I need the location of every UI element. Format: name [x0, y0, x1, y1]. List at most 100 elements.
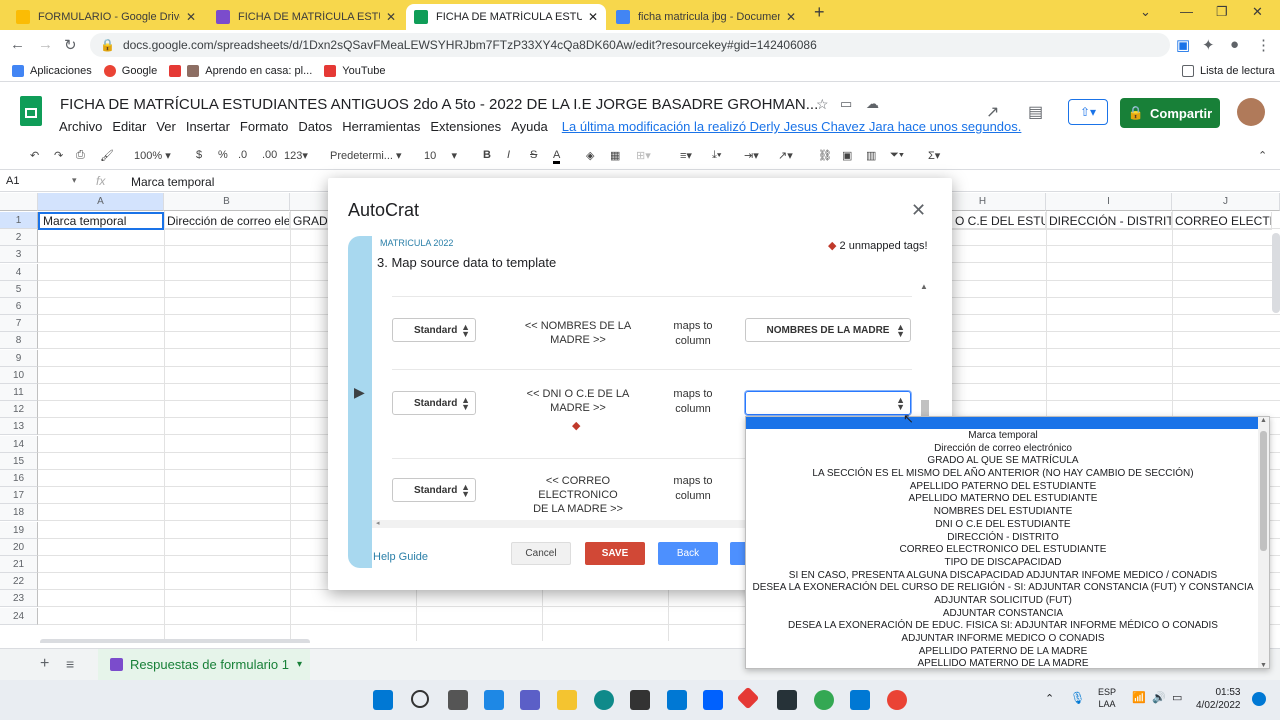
scroll-up-icon[interactable]: ▲: [1260, 417, 1267, 424]
type-select[interactable]: Standard ▲ ▼: [392, 391, 476, 415]
row-header[interactable]: 6: [0, 298, 38, 315]
row-header[interactable]: 3: [0, 246, 38, 264]
menu-ayuda[interactable]: Ayuda: [511, 119, 548, 134]
paint-format-icon[interactable]: 🖌: [100, 149, 114, 162]
row-header[interactable]: 24: [0, 607, 38, 625]
add-sheet-icon[interactable]: +: [40, 655, 49, 673]
row-header[interactable]: 11: [0, 384, 38, 401]
chrome-icon[interactable]: [887, 690, 907, 710]
menu-insertar[interactable]: Insertar: [186, 119, 230, 134]
row-header[interactable]: 18: [0, 504, 38, 522]
row-header[interactable]: 1: [0, 212, 38, 229]
window-close-icon[interactable]: ✕: [1252, 4, 1263, 20]
row-header[interactable]: 16: [0, 470, 38, 487]
cell-c1[interactable]: GRADO: [290, 212, 330, 230]
step-sidebar[interactable]: ▶: [348, 236, 372, 568]
teams-icon[interactable]: [520, 690, 540, 710]
dropdown-option[interactable]: APELLIDO MATERNO DE LA MADRE: [746, 658, 1260, 668]
dropdown-option[interactable]: DESEA LA EXONERACIÓN DE EDUC. FISICA SI:…: [746, 620, 1260, 633]
clock[interactable]: 01:53 4/02/2022: [1196, 686, 1241, 712]
move-folder-icon[interactable]: ▭: [840, 96, 852, 112]
formula-input[interactable]: Marca temporal: [131, 175, 214, 189]
scroll-down-icon[interactable]: ▼: [1260, 662, 1267, 668]
strikethrough-button[interactable]: S: [530, 149, 537, 161]
row-header[interactable]: 8: [0, 332, 38, 350]
row-header[interactable]: 10: [0, 366, 38, 384]
percent-button[interactable]: %: [218, 149, 228, 161]
type-select[interactable]: Standard ▲ ▼: [392, 318, 476, 342]
wrap-icon[interactable]: ⇥▾: [744, 149, 759, 162]
dropdown-option[interactable]: CORREO ELECTRONICO DEL ESTUDIANTE: [746, 544, 1260, 557]
scroll-thumb[interactable]: [1260, 431, 1267, 551]
sheets-logo-icon[interactable]: [20, 96, 42, 126]
dropdown-option[interactable]: Marca temporal: [746, 430, 1260, 443]
dropdown-option[interactable]: DESEA LA EXONERACIÓN DEL CURSO DE RELIGI…: [746, 582, 1260, 595]
browser-tab-sheet[interactable]: FICHA DE MATRÍCULA ESTUDIAN ✕: [406, 4, 606, 30]
dropdown-selected-empty-option[interactable]: [746, 417, 1258, 429]
column-dropdown-list[interactable]: Marca temporal Dirección de correo electr…: [745, 416, 1270, 669]
browser-tab-doc[interactable]: ficha matricula jbg - Documento ✕: [608, 4, 804, 30]
edge-icon[interactable]: [594, 690, 614, 710]
dropdown-scrollbar[interactable]: ▲ ▼: [1258, 417, 1269, 668]
dropdown-option[interactable]: NOMBRES DEL ESTUDIANTE: [746, 506, 1260, 519]
close-tab-icon[interactable]: ✕: [386, 10, 396, 24]
row-header[interactable]: 22: [0, 573, 38, 591]
menu-editar[interactable]: Editar: [112, 119, 146, 134]
fill-color-icon[interactable]: ◈: [586, 149, 594, 162]
row-header[interactable]: 13: [0, 418, 38, 436]
row-header[interactable]: 19: [0, 521, 38, 539]
row-header[interactable]: 4: [0, 263, 38, 281]
redo-icon[interactable]: ↷: [54, 149, 63, 162]
menu-datos[interactable]: Datos: [298, 119, 332, 134]
link-icon[interactable]: ⛓: [818, 149, 832, 162]
store-icon[interactable]: [630, 690, 650, 710]
chevron-up-icon[interactable]: ⌃: [1045, 692, 1054, 705]
back-button[interactable]: Back: [658, 542, 718, 565]
expand-arrow-icon[interactable]: ▶: [354, 384, 365, 401]
new-tab-icon[interactable]: +: [814, 2, 825, 23]
row-header[interactable]: 14: [0, 435, 38, 453]
reading-list[interactable]: Lista de lectura: [1182, 64, 1275, 77]
functions-icon[interactable]: Σ▾: [928, 149, 940, 162]
extension-icon[interactable]: ▣: [1176, 36, 1190, 54]
menu-extensiones[interactable]: Extensiones: [430, 119, 501, 134]
cancel-button[interactable]: Cancel: [511, 542, 571, 565]
dropdown-option[interactable]: DIRECCIÓN - DISTRITO: [746, 532, 1260, 545]
sheet-tab-responses[interactable]: Respuestas de formulario 1 ▾: [98, 649, 310, 680]
bold-button[interactable]: B: [483, 149, 491, 161]
maximize-icon[interactable]: ❐: [1216, 4, 1228, 20]
column-header[interactable]: B: [164, 193, 290, 211]
row-header[interactable]: 12: [0, 401, 38, 419]
menu-formato[interactable]: Formato: [240, 119, 288, 134]
share-button[interactable]: 🔒 Compartir: [1120, 98, 1220, 128]
italic-button[interactable]: I: [507, 149, 510, 161]
app-diamond-icon[interactable]: [736, 686, 760, 710]
align-icon[interactable]: ≡▾: [680, 149, 692, 162]
type-select[interactable]: Standard ▲ ▼: [392, 478, 476, 502]
battery-icon[interactable]: ▭: [1172, 691, 1182, 704]
puzzle-icon[interactable]: ✦: [1202, 36, 1215, 54]
back-arrow-icon[interactable]: ←: [10, 36, 25, 53]
app-notification-icon[interactable]: [850, 690, 870, 710]
undo-icon[interactable]: ↶: [30, 149, 39, 162]
dropdown-option[interactable]: GRADO AL QUE SE MATRÍCULA: [746, 455, 1260, 468]
dropbox-icon[interactable]: [703, 690, 723, 710]
dropdown-option[interactable]: LA SECCIÓN ES EL MISMO DEL AÑO ANTERIOR …: [746, 468, 1260, 481]
dropdown-option[interactable]: ADJUNTAR INFORME MEDICO O CONADIS: [746, 633, 1260, 646]
dropdown-option[interactable]: APELLIDO PATERNO DE LA MADRE: [746, 646, 1260, 659]
collapse-icon[interactable]: ⌃: [1258, 149, 1267, 162]
cell-j1[interactable]: CORREO ELECTR: [1172, 212, 1272, 230]
chrome-icon[interactable]: [814, 690, 834, 710]
row-header[interactable]: 15: [0, 452, 38, 470]
filter-icon[interactable]: ⏷▾: [890, 149, 904, 162]
browser-tab-drive[interactable]: FORMULARIO - Google Drive ✕: [8, 4, 204, 30]
avatar[interactable]: [1237, 98, 1265, 126]
zoom-select[interactable]: 100% ▾: [134, 149, 171, 162]
select-all-corner[interactable]: [0, 193, 38, 211]
file-explorer-icon[interactable]: [557, 690, 577, 710]
all-sheets-icon[interactable]: ≡: [66, 656, 74, 672]
rotate-icon[interactable]: ↗▾: [778, 149, 793, 162]
row-header[interactable]: 20: [0, 538, 38, 556]
merge-icon[interactable]: ⊞▾: [636, 149, 651, 162]
close-tab-icon[interactable]: ✕: [786, 10, 796, 24]
